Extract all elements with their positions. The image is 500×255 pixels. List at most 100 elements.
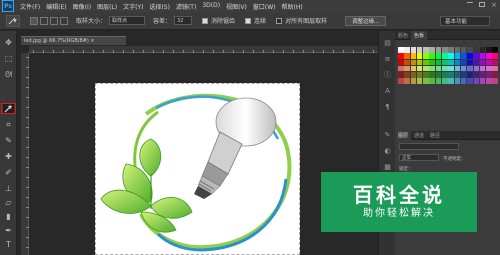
color-swatch[interactable] [398,72,404,78]
maximize-icon[interactable] [479,2,486,7]
color-swatch[interactable] [398,65,404,72]
layer-filter-select[interactable] [399,143,459,150]
close-icon[interactable]: × [491,2,497,9]
lasso-tool-icon[interactable]: ᘛ [3,69,14,80]
color-swatch[interactable] [467,72,473,78]
color-swatch[interactable] [410,65,417,72]
color-swatch[interactable] [460,78,467,84]
color-swatch[interactable] [448,72,454,78]
color-swatch[interactable] [429,53,435,59]
color-swatch[interactable] [486,72,492,78]
color-swatch[interactable] [460,65,467,72]
adjustments-icon[interactable]: ◐ [383,147,392,155]
color-swatch[interactable] [442,47,448,53]
brush-presets-icon[interactable]: ✎ [383,131,392,139]
crop-tool-icon[interactable]: ⌗ [3,119,14,130]
color-swatch[interactable] [442,53,448,59]
color-swatch[interactable] [410,59,417,66]
color-swatch[interactable] [460,59,467,66]
color-swatch[interactable] [492,53,498,59]
properties-icon[interactable]: ≡ [383,55,392,63]
color-swatch[interactable] [423,47,429,53]
color-swatch[interactable] [435,47,442,53]
color-swatch[interactable] [460,47,467,53]
vertical-ruler[interactable] [21,53,29,255]
color-swatch[interactable] [473,59,480,66]
marquee-tool-icon[interactable]: ⬚ [3,53,14,64]
color-swatch[interactable] [467,47,473,53]
color-swatch[interactable] [479,65,486,72]
color-swatch[interactable] [479,53,486,59]
color-swatch[interactable] [416,53,423,59]
menu-item[interactable]: 选择(S) [149,2,170,11]
color-swatch[interactable] [404,53,410,59]
tool-preset-picker[interactable] [6,14,20,27]
color-swatch[interactable] [398,47,404,53]
subtract-selection-button[interactable] [50,16,58,25]
color-swatch[interactable] [404,72,410,78]
refine-edge-button[interactable]: 调整边缘... [345,15,387,26]
color-swatch[interactable] [479,59,486,66]
color-swatch[interactable] [442,72,448,78]
color-swatch[interactable] [467,59,473,66]
color-swatch[interactable] [486,65,492,72]
workspace-select[interactable]: 基本功能 [440,16,490,26]
menu-item[interactable]: 编辑(E) [46,2,66,11]
color-swatch[interactable] [479,72,486,78]
color-swatch[interactable] [429,72,435,78]
brush-tool-icon[interactable]: ✐ [3,167,14,178]
color-swatch[interactable] [423,72,429,78]
gradient-tool-icon[interactable]: ▮ [3,211,14,222]
color-swatch[interactable] [454,65,461,72]
add-selection-button[interactable] [40,16,48,25]
color-swatch[interactable] [454,53,461,59]
color-swatch[interactable] [448,59,454,66]
tab-channels[interactable]: 通道 [411,131,427,140]
pen-tool-icon[interactable]: ✒ [3,225,14,236]
styles-icon[interactable]: ▦ [383,163,392,171]
tab-layers[interactable]: 图层 [395,130,412,140]
menu-item[interactable]: 图像(I) [73,2,91,11]
new-selection-button[interactable] [30,16,38,25]
color-swatch[interactable] [479,78,486,84]
color-swatch[interactable] [473,78,480,84]
color-swatch[interactable] [398,78,404,84]
color-swatch[interactable] [423,53,429,59]
color-swatch[interactable] [404,47,410,53]
color-swatch[interactable] [429,59,435,66]
color-swatch[interactable] [435,72,442,78]
menu-item[interactable]: 文件(F) [20,2,40,11]
tab-color[interactable]: 颜色 [395,31,411,40]
color-swatch[interactable] [467,53,473,59]
color-swatch[interactable] [404,65,410,72]
history-icon[interactable]: ▤ [383,39,392,47]
type-tool-icon[interactable]: T [3,239,14,250]
antialias-checkbox[interactable] [202,17,209,24]
menu-item[interactable]: 视图(V) [226,2,247,11]
color-swatch[interactable] [454,72,461,78]
healing-brush-tool-icon[interactable]: ✚ [3,151,14,162]
color-swatch[interactable] [448,78,454,84]
image-canvas[interactable] [95,83,300,255]
color-swatch[interactable] [416,78,423,84]
color-swatch[interactable] [460,53,467,59]
color-swatch[interactable] [460,72,467,78]
intersect-selection-button[interactable] [60,16,68,25]
color-swatch[interactable] [423,65,429,72]
color-swatch[interactable] [473,53,480,59]
color-swatch[interactable] [435,59,442,66]
eraser-tool-icon[interactable]: ▱ [3,197,14,208]
menu-item[interactable]: 文字(Y) [123,2,143,11]
color-swatch[interactable] [448,53,454,59]
color-swatch[interactable] [398,53,404,59]
color-swatch[interactable] [473,65,480,72]
color-swatch[interactable] [404,78,410,84]
menu-item[interactable]: 滤镜(T) [176,2,196,11]
menu-item[interactable]: 帮助(H) [282,2,303,11]
color-swatch[interactable] [454,59,461,66]
tab-swatches[interactable]: 色板 [411,30,428,40]
color-swatch[interactable] [486,59,492,66]
color-swatch[interactable] [486,78,492,84]
color-swatch[interactable] [416,72,423,78]
color-swatch[interactable] [454,47,461,53]
